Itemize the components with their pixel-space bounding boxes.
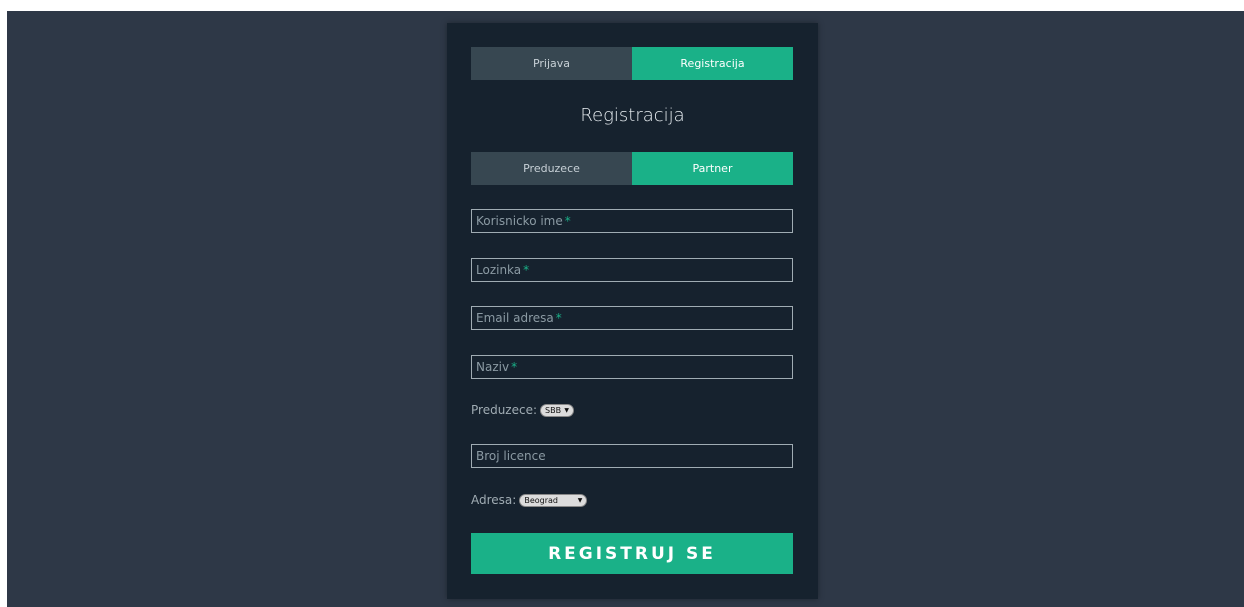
company-select[interactable]: SBB ▼ [540, 403, 575, 417]
address-select-value: Beograd [524, 495, 558, 505]
address-select-label: Adresa: [471, 493, 517, 507]
register-button[interactable]: REGISTRUJ SE [471, 533, 793, 574]
auth-tabs: Prijava Registracija [471, 47, 793, 80]
tab-login[interactable]: Prijava [471, 47, 632, 80]
page-background: Prijava Registracija Registracija Preduz… [7, 11, 1244, 607]
chevron-down-icon: ▼ [577, 496, 583, 504]
account-type-tabs: Preduzece Partner [471, 152, 793, 185]
address-select-row: Adresa: Beograd ▼ [471, 493, 588, 507]
registration-card: Prijava Registracija Registracija Preduz… [447, 23, 818, 599]
required-mark: * [564, 214, 571, 228]
password-placeholder: Lozinka [476, 263, 522, 277]
company-select-row: Preduzece: SBB ▼ [471, 403, 575, 417]
email-input[interactable]: Email adresa * [471, 306, 793, 330]
username-input[interactable]: Korisnicko ime * [471, 209, 793, 233]
username-placeholder: Korisnicko ime [476, 214, 563, 228]
name-placeholder: Naziv [476, 360, 510, 374]
license-input[interactable]: Broj licence [471, 444, 793, 468]
company-select-value: SBB [545, 405, 562, 415]
license-placeholder: Broj licence [476, 449, 546, 463]
name-input[interactable]: Naziv * [471, 355, 793, 379]
tab-company[interactable]: Preduzece [471, 152, 632, 185]
tab-partner[interactable]: Partner [632, 152, 793, 185]
chevron-down-icon: ▼ [564, 406, 570, 414]
required-mark: * [523, 263, 530, 277]
required-mark: * [511, 360, 518, 374]
address-select[interactable]: Beograd ▼ [519, 493, 588, 507]
required-mark: * [555, 311, 562, 325]
email-placeholder: Email adresa [476, 311, 554, 325]
form-title: Registracija [580, 105, 685, 126]
tab-register[interactable]: Registracija [632, 47, 793, 80]
password-input[interactable]: Lozinka * [471, 258, 793, 282]
company-select-label: Preduzece: [471, 403, 538, 417]
